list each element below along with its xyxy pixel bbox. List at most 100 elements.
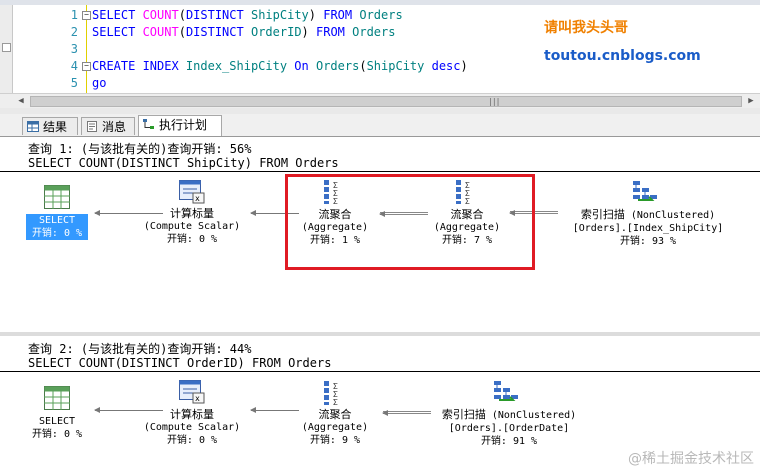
line-number: 3 xyxy=(70,42,78,56)
svg-text:Σ: Σ xyxy=(333,398,338,406)
execution-plan-icon xyxy=(143,119,154,129)
code-token: ( xyxy=(178,8,186,22)
tab-messages-label: 消息 xyxy=(102,120,127,134)
plan-2-agg-cost: 开销: 9 % xyxy=(309,435,361,446)
plan-2-cost-header: 查询 2: (与该批有关的)查询开销: 44% xyxy=(28,342,252,356)
code-token: Orders xyxy=(359,8,403,22)
select-icon[interactable] xyxy=(44,185,70,209)
code-token: SELECT xyxy=(92,8,143,22)
tab-results-label: 结果 xyxy=(43,120,68,134)
results-tabs: 结果 消息 执行计划 xyxy=(0,114,760,137)
marker-icon xyxy=(2,43,11,52)
plan-1-cost-header: 查询 1: (与该批有关的)查询开销: 56% xyxy=(28,142,252,156)
code-token: Index_ShipCity xyxy=(185,59,295,73)
plan-2-compute-scalar-node[interactable]: 计算标量 (Compute Scalar) 开销: 0 % xyxy=(132,408,252,447)
plan-1-scan-name: 索引扫描 xyxy=(580,208,625,221)
plan-2-index-scan-node[interactable]: 索引扫描 (NonClustered) [Orders].[OrderDate]… xyxy=(424,408,594,448)
plan-2-scan-type: (NonClustered) xyxy=(491,410,577,421)
scrollbar-grip-icon: ||| xyxy=(488,97,500,106)
code-token: DISTINCT xyxy=(185,8,251,22)
brand-url: toutou.cnblogs.com xyxy=(544,48,701,64)
svg-text:x: x xyxy=(195,394,200,403)
results-grid-icon xyxy=(27,121,39,132)
plan-2-select-cost: 开销: 0 % xyxy=(31,429,83,440)
tab-execution-plan[interactable]: 执行计划 xyxy=(138,115,222,136)
tab-execution-plan-label: 执行计划 xyxy=(159,118,208,132)
scroll-left-icon[interactable]: ◀ xyxy=(14,94,28,108)
plan-2-compute-name: 计算标量 xyxy=(170,408,214,421)
plan-2-compute-cost: 开销: 0 % xyxy=(166,435,218,446)
plan-1-scan-object: [Orders].[Index_ShipCity] xyxy=(572,223,724,234)
sql-editor[interactable]: − − 1 SELECT COUNT(DISTINCT ShipCity) FRO… xyxy=(0,5,760,93)
code-token: FROM xyxy=(316,25,353,39)
plan-1-select-name: SELECT xyxy=(26,214,88,227)
plan-1-compute-scalar-node[interactable]: 计算标量 (Compute Scalar) 开销: 0 % xyxy=(132,207,252,246)
plan-2-agg-name: 流聚合 xyxy=(318,408,352,421)
plan-2-scan-cost: 开销: 91 % xyxy=(480,436,538,447)
tab-messages[interactable]: 消息 xyxy=(81,117,135,135)
plan-2-aggregate-node[interactable]: 流聚合 (Aggregate) 开销: 9 % xyxy=(287,408,383,447)
code-token: FROM xyxy=(323,8,360,22)
code-token: COUNT xyxy=(142,8,179,22)
code-token: Orders xyxy=(352,25,396,39)
messages-icon xyxy=(87,121,97,132)
code-token: ShipCity xyxy=(250,8,309,22)
plan-2-header: 查询 2: (与该批有关的)查询开销: 44% SELECT COUNT(DIS… xyxy=(0,337,760,372)
editor-left-margin xyxy=(0,5,13,93)
code-token: ) xyxy=(308,8,324,22)
code-token: ShipCity xyxy=(366,59,432,73)
code-line[interactable]: 5 go xyxy=(60,75,107,92)
code-line[interactable]: 2 SELECT COUNT(DISTINCT OrderID) FROM Ord… xyxy=(60,24,396,41)
index-scan-icon[interactable] xyxy=(493,380,519,404)
plan-separator xyxy=(0,332,760,336)
plan-2-scan-name: 索引扫描 xyxy=(441,408,486,421)
plan-2-compute-sub: (Compute Scalar) xyxy=(143,422,241,433)
code-token: COUNT xyxy=(142,25,179,39)
code-line[interactable]: 4 CREATE INDEX Index_ShipCity On Orders(S… xyxy=(60,58,468,75)
tab-results[interactable]: 结果 xyxy=(22,117,78,135)
plan-1-header: 查询 1: (与该批有关的)查询开销: 56% SELECT COUNT(DIS… xyxy=(0,137,760,172)
scrollbar-thumb[interactable] xyxy=(30,96,742,107)
horizontal-scrollbar[interactable]: ◀ ||| ▶ xyxy=(0,93,760,109)
code-token: ) xyxy=(460,59,468,73)
code-line[interactable]: 3 xyxy=(60,41,92,58)
line-number: 1 xyxy=(70,8,78,22)
line-number: 2 xyxy=(70,25,78,39)
plan-1-index-scan-node[interactable]: 索引扫描 (NonClustered) [Orders].[Index_Ship… xyxy=(556,208,740,248)
code-token: ) xyxy=(301,25,316,39)
code-token: On xyxy=(294,59,316,73)
code-token: SELECT xyxy=(92,25,143,39)
plan-1-scan-cost: 开销: 93 % xyxy=(619,236,677,247)
plan-1-select-cost: 开销: 0 % xyxy=(26,227,88,240)
code-token: go xyxy=(92,76,107,90)
scroll-right-icon[interactable]: ▶ xyxy=(744,94,758,108)
plan-2-select-node[interactable]: SELECT 开销: 0 % xyxy=(26,415,88,441)
plan-1-compute-cost: 开销: 0 % xyxy=(166,234,218,245)
plan-1-scan-type: (NonClustered) xyxy=(630,210,716,221)
code-token: OrderID xyxy=(250,25,302,39)
plan-2-select-name: SELECT xyxy=(38,416,76,427)
select-icon[interactable] xyxy=(44,386,70,410)
line-number: 5 xyxy=(70,76,78,90)
highlight-box xyxy=(285,174,535,270)
code-line[interactable]: 1 SELECT COUNT(DISTINCT ShipCity) FROM Or… xyxy=(60,7,403,24)
watermark-text: @稀土掘金技术社区 xyxy=(628,451,754,467)
svg-text:x: x xyxy=(195,194,200,203)
compute-scalar-icon[interactable]: x xyxy=(179,180,205,204)
line-number: 4 xyxy=(70,59,78,73)
code-token: Orders xyxy=(315,59,360,73)
code-token: CREATE INDEX xyxy=(92,59,186,73)
code-token: ( xyxy=(178,25,186,39)
plan-2-agg-sub: (Aggregate) xyxy=(301,422,369,433)
watermark: @稀土掘金技术社区 xyxy=(628,448,754,468)
code-token: ( xyxy=(359,59,367,73)
plan-1-sql: SELECT COUNT(DISTINCT ShipCity) FROM Ord… xyxy=(28,156,339,170)
compute-scalar-icon[interactable]: x xyxy=(179,380,205,404)
plan-2-scan-object: [Orders].[OrderDate] xyxy=(448,423,570,434)
index-scan-icon[interactable] xyxy=(632,180,658,204)
stream-aggregate-icon[interactable]: ΣΣΣ xyxy=(323,380,347,406)
brand-text: 请叫我头头哥 xyxy=(544,20,628,36)
plan-1-compute-name: 计算标量 xyxy=(170,207,214,220)
plan-1-select-node[interactable]: SELECT 开销: 0 % xyxy=(26,214,88,240)
code-token: DISTINCT xyxy=(185,25,251,39)
